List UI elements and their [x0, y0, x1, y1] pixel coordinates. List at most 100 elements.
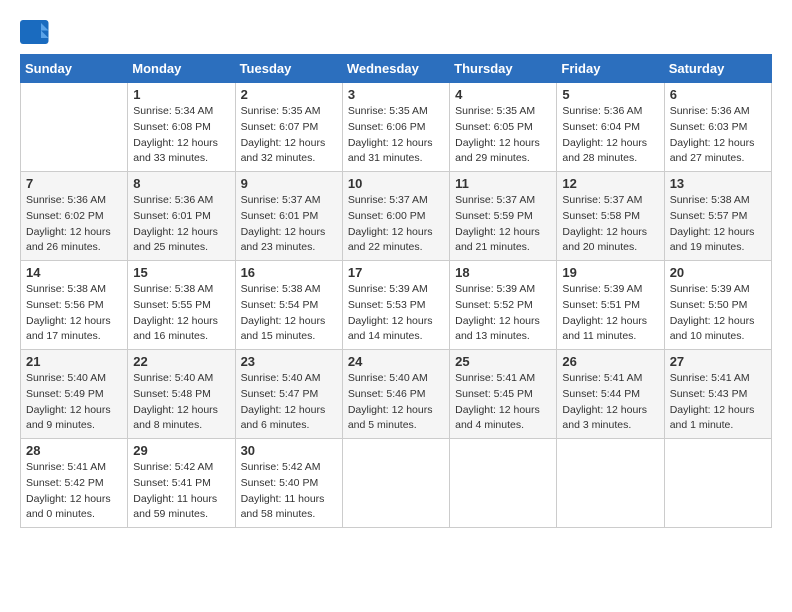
- day-number: 5: [562, 87, 658, 102]
- day-number: 6: [670, 87, 766, 102]
- day-cell: [557, 439, 664, 528]
- day-cell: 9 Sunrise: 5:37 AM Sunset: 6:01 PM Daylig…: [235, 172, 342, 261]
- day-number: 22: [133, 354, 229, 369]
- day-cell: 18 Sunrise: 5:39 AM Sunset: 5:52 PM Dayli…: [450, 261, 557, 350]
- day-cell: 8Sunrise: 5:36 AM Sunset: 6:01 PM Daylig…: [128, 172, 235, 261]
- day-info: Sunrise: 5:35 AM Sunset: 6:06 PM Dayligh…: [348, 104, 444, 167]
- day-cell: 30 Sunrise: 5:42 AM Sunset: 5:40 PM Dayli…: [235, 439, 342, 528]
- logo-icon: [20, 20, 50, 44]
- day-info: Sunrise: 5:38 AM Sunset: 5:57 PM Dayligh…: [670, 193, 766, 256]
- day-number: 30: [241, 443, 337, 458]
- day-number: 12: [562, 176, 658, 191]
- day-cell: 11 Sunrise: 5:37 AM Sunset: 5:59 PM Dayli…: [450, 172, 557, 261]
- day-number: 11: [455, 176, 551, 191]
- day-number: 19: [562, 265, 658, 280]
- day-info: Sunrise: 5:39 AM Sunset: 5:53 PM Dayligh…: [348, 282, 444, 345]
- day-number: 23: [241, 354, 337, 369]
- column-header-monday: Monday: [128, 55, 235, 83]
- day-info: Sunrise: 5:35 AM Sunset: 6:05 PM Dayligh…: [455, 104, 551, 167]
- day-number: 13: [670, 176, 766, 191]
- day-cell: 14Sunrise: 5:38 AM Sunset: 5:56 PM Dayli…: [21, 261, 128, 350]
- day-number: 9: [241, 176, 337, 191]
- day-cell: 29 Sunrise: 5:42 AM Sunset: 5:41 PM Dayli…: [128, 439, 235, 528]
- day-cell: 28 Sunrise: 5:41 AM Sunset: 5:42 PM Dayli…: [21, 439, 128, 528]
- day-cell: 21 Sunrise: 5:40 AM Sunset: 5:49 PM Dayli…: [21, 350, 128, 439]
- day-info: Sunrise: 5:37 AM Sunset: 5:58 PM Dayligh…: [562, 193, 658, 256]
- day-cell: 22 Sunrise: 5:40 AM Sunset: 5:48 PM Dayli…: [128, 350, 235, 439]
- day-info: Sunrise: 5:36 AM Sunset: 6:03 PM Dayligh…: [670, 104, 766, 167]
- week-row-1: 1 Sunrise: 5:34 AM Sunset: 6:08 PM Daylig…: [21, 83, 772, 172]
- day-cell: 7 Sunrise: 5:36 AM Sunset: 6:02 PM Daylig…: [21, 172, 128, 261]
- week-row-5: 28 Sunrise: 5:41 AM Sunset: 5:42 PM Dayli…: [21, 439, 772, 528]
- week-row-4: 21 Sunrise: 5:40 AM Sunset: 5:49 PM Dayli…: [21, 350, 772, 439]
- column-header-friday: Friday: [557, 55, 664, 83]
- column-header-sunday: Sunday: [21, 55, 128, 83]
- day-info: Sunrise: 5:40 AM Sunset: 5:46 PM Dayligh…: [348, 371, 444, 434]
- day-info: Sunrise: 5:37 AM Sunset: 6:00 PM Dayligh…: [348, 193, 444, 256]
- day-info: Sunrise: 5:41 AM Sunset: 5:42 PM Dayligh…: [26, 460, 122, 523]
- day-info: Sunrise: 5:39 AM Sunset: 5:52 PM Dayligh…: [455, 282, 551, 345]
- day-info: Sunrise: 5:38 AM Sunset: 5:55 PM Dayligh…: [133, 282, 229, 345]
- day-number: 28: [26, 443, 122, 458]
- day-number: 15: [133, 265, 229, 280]
- day-info: Sunrise: 5:42 AM Sunset: 5:41 PM Dayligh…: [133, 460, 229, 523]
- day-cell: 3 Sunrise: 5:35 AM Sunset: 6:06 PM Daylig…: [342, 83, 449, 172]
- day-cell: 2 Sunrise: 5:35 AM Sunset: 6:07 PM Daylig…: [235, 83, 342, 172]
- day-info: Sunrise: 5:38 AM Sunset: 5:56 PM Dayligh…: [26, 282, 122, 345]
- day-info: Sunrise: 5:35 AM Sunset: 6:07 PM Dayligh…: [241, 104, 337, 167]
- day-number: 3: [348, 87, 444, 102]
- day-cell: 25 Sunrise: 5:41 AM Sunset: 5:45 PM Dayli…: [450, 350, 557, 439]
- day-number: 1: [133, 87, 229, 102]
- day-info: Sunrise: 5:40 AM Sunset: 5:49 PM Dayligh…: [26, 371, 122, 434]
- calendar-table: SundayMondayTuesdayWednesdayThursdayFrid…: [20, 54, 772, 528]
- day-number: 16: [241, 265, 337, 280]
- day-number: 2: [241, 87, 337, 102]
- day-number: 18: [455, 265, 551, 280]
- week-row-3: 14Sunrise: 5:38 AM Sunset: 5:56 PM Dayli…: [21, 261, 772, 350]
- day-info: Sunrise: 5:41 AM Sunset: 5:45 PM Dayligh…: [455, 371, 551, 434]
- day-number: 24: [348, 354, 444, 369]
- day-cell: 27 Sunrise: 5:41 AM Sunset: 5:43 PM Dayli…: [664, 350, 771, 439]
- day-cell: [342, 439, 449, 528]
- day-cell: 6 Sunrise: 5:36 AM Sunset: 6:03 PM Daylig…: [664, 83, 771, 172]
- day-info: Sunrise: 5:36 AM Sunset: 6:02 PM Dayligh…: [26, 193, 122, 256]
- day-cell: 12 Sunrise: 5:37 AM Sunset: 5:58 PM Dayli…: [557, 172, 664, 261]
- day-info: Sunrise: 5:38 AM Sunset: 5:54 PM Dayligh…: [241, 282, 337, 345]
- day-cell: 24 Sunrise: 5:40 AM Sunset: 5:46 PM Dayli…: [342, 350, 449, 439]
- day-info: Sunrise: 5:40 AM Sunset: 5:48 PM Dayligh…: [133, 371, 229, 434]
- day-cell: 10 Sunrise: 5:37 AM Sunset: 6:00 PM Dayli…: [342, 172, 449, 261]
- day-info: Sunrise: 5:37 AM Sunset: 6:01 PM Dayligh…: [241, 193, 337, 256]
- header-row: SundayMondayTuesdayWednesdayThursdayFrid…: [21, 55, 772, 83]
- header: [20, 20, 772, 44]
- week-row-2: 7 Sunrise: 5:36 AM Sunset: 6:02 PM Daylig…: [21, 172, 772, 261]
- day-number: 17: [348, 265, 444, 280]
- day-cell: [21, 83, 128, 172]
- day-info: Sunrise: 5:41 AM Sunset: 5:43 PM Dayligh…: [670, 371, 766, 434]
- day-info: Sunrise: 5:37 AM Sunset: 5:59 PM Dayligh…: [455, 193, 551, 256]
- day-info: Sunrise: 5:39 AM Sunset: 5:51 PM Dayligh…: [562, 282, 658, 345]
- day-cell: 16 Sunrise: 5:38 AM Sunset: 5:54 PM Dayli…: [235, 261, 342, 350]
- day-info: Sunrise: 5:40 AM Sunset: 5:47 PM Dayligh…: [241, 371, 337, 434]
- day-cell: 20Sunrise: 5:39 AM Sunset: 5:50 PM Dayli…: [664, 261, 771, 350]
- day-cell: 13 Sunrise: 5:38 AM Sunset: 5:57 PM Dayli…: [664, 172, 771, 261]
- column-header-tuesday: Tuesday: [235, 55, 342, 83]
- day-number: 4: [455, 87, 551, 102]
- day-number: 25: [455, 354, 551, 369]
- day-info: Sunrise: 5:42 AM Sunset: 5:40 PM Dayligh…: [241, 460, 337, 523]
- day-cell: 17 Sunrise: 5:39 AM Sunset: 5:53 PM Dayli…: [342, 261, 449, 350]
- day-number: 27: [670, 354, 766, 369]
- day-number: 21: [26, 354, 122, 369]
- column-header-saturday: Saturday: [664, 55, 771, 83]
- day-cell: 4 Sunrise: 5:35 AM Sunset: 6:05 PM Daylig…: [450, 83, 557, 172]
- day-number: 20: [670, 265, 766, 280]
- day-number: 7: [26, 176, 122, 191]
- day-number: 10: [348, 176, 444, 191]
- day-cell: [664, 439, 771, 528]
- day-cell: 26Sunrise: 5:41 AM Sunset: 5:44 PM Dayli…: [557, 350, 664, 439]
- day-cell: 1 Sunrise: 5:34 AM Sunset: 6:08 PM Daylig…: [128, 83, 235, 172]
- day-cell: 15 Sunrise: 5:38 AM Sunset: 5:55 PM Dayli…: [128, 261, 235, 350]
- day-info: Sunrise: 5:34 AM Sunset: 6:08 PM Dayligh…: [133, 104, 229, 167]
- day-number: 29: [133, 443, 229, 458]
- column-header-thursday: Thursday: [450, 55, 557, 83]
- day-info: Sunrise: 5:36 AM Sunset: 6:01 PM Dayligh…: [133, 193, 229, 256]
